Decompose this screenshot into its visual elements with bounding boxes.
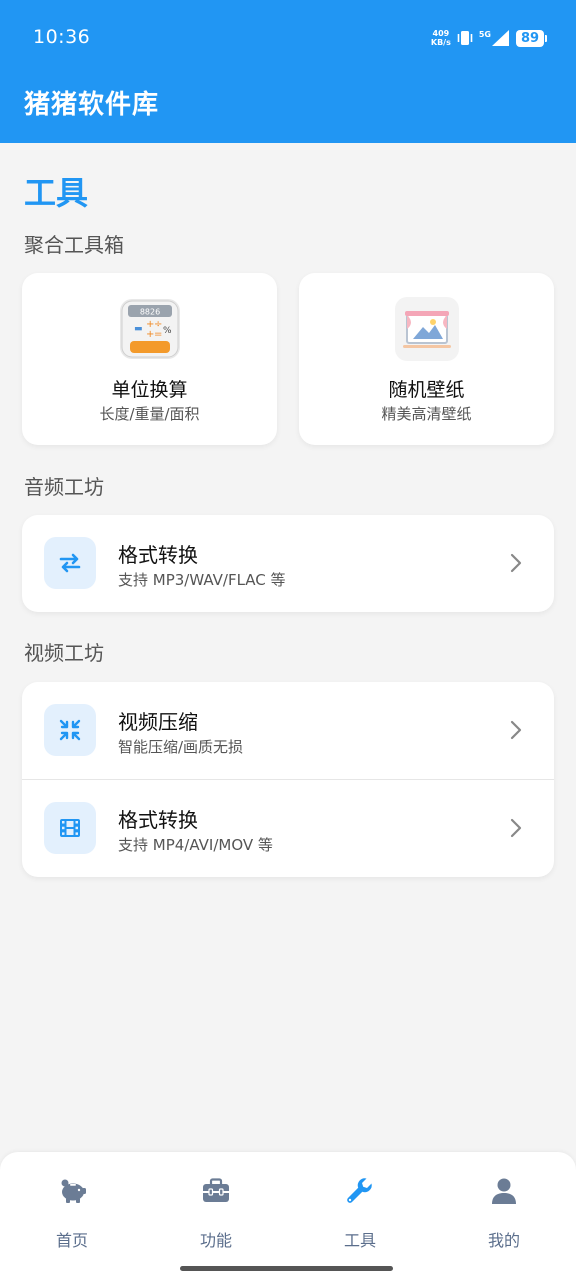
nav-label-features: 功能 [199,1231,232,1250]
svg-text:=: = [154,329,162,340]
nav-item-tools[interactable]: 工具 [288,1172,432,1252]
status-icons: 409 KB/s 5G 89 [431,27,547,49]
home-indicator[interactable] [180,1266,393,1271]
random-wallpaper-subtitle: 精美高清壁纸 [381,405,472,423]
chevron-right-icon [510,818,522,838]
bottom-navigation: 首页 功能 工具 我的 [0,1152,576,1280]
random-wallpaper-title: 随机壁纸 [388,379,465,401]
video-format-convert-subtitle: 支持 MP4/AVI/MOV 等 [118,836,273,854]
unit-converter-subtitle: 长度/重量/面积 [99,405,200,423]
audio-format-convert-item[interactable]: 格式转换 支持 MP3/WAV/FLAC 等 [22,515,554,612]
video-compress-subtitle: 智能压缩/画质无损 [118,738,244,756]
chevron-right-icon [510,720,522,740]
unit-converter-card[interactable]: 8826 ▬ + ÷ + = % 单位换算 长度/重量/面积 [22,273,277,445]
compress-icon [44,704,96,756]
network-type: 5G [478,30,491,39]
vibrate-icon [457,31,473,45]
swap-arrows-icon [44,537,96,589]
film-icon [44,802,96,854]
section-label-aggregate: 聚合工具箱 [24,233,124,257]
section-label-audio: 音频工坊 [24,475,104,499]
network-speed-unit: KB/s [430,38,451,47]
video-format-convert-title: 格式转换 [118,808,198,832]
status-time: 10:36 [33,26,91,48]
user-icon [492,1178,516,1204]
nav-label-profile: 我的 [487,1231,520,1250]
unit-converter-title: 单位换算 [111,379,188,401]
video-format-convert-item[interactable]: 格式转换 支持 MP4/AVI/MOV 等 [22,780,554,877]
nav-item-home[interactable]: 首页 [0,1172,144,1252]
section-label-video: 视频工坊 [24,641,104,665]
app-title: 猪猪软件库 [24,90,160,120]
audio-format-convert-title: 格式转换 [118,543,198,567]
wrench-icon [347,1178,372,1203]
piggy-bank-icon [61,1179,86,1203]
battery-indicator: 89 [516,29,547,47]
calculator-icon: 8826 ▬ + ÷ + = % [119,299,180,359]
signal-icon [492,30,509,46]
svg-text:%: % [163,326,172,336]
chevron-right-icon [510,553,522,573]
nav-label-tools: 工具 [343,1231,376,1250]
nav-item-profile[interactable]: 我的 [432,1172,576,1252]
status-bar: 10:36 409 KB/s 5G 89 [0,0,576,76]
wallpaper-icon [394,297,459,361]
nav-item-features[interactable]: 功能 [144,1172,288,1252]
nav-label-home: 首页 [55,1231,88,1250]
network-speed-value: 409 [432,29,450,38]
video-section-card: 视频压缩 智能压缩/画质无损 格式转换 支持 MP4/AVI/MOV 等 [22,682,554,877]
audio-format-convert-subtitle: 支持 MP3/WAV/FLAC 等 [118,571,286,589]
network-speed: 409 KB/s [431,29,451,47]
toolbox-icon [203,1178,229,1202]
video-compress-item[interactable]: 视频压缩 智能压缩/画质无损 [22,682,554,780]
calculator-display: 8826 [139,308,159,317]
audio-section-card: 格式转换 支持 MP3/WAV/FLAC 等 [22,515,554,612]
video-compress-title: 视频压缩 [118,710,198,734]
svg-text:▬: ▬ [134,324,143,334]
cellular-signal: 5G [479,30,510,46]
page-title: 工具 [24,174,89,212]
random-wallpaper-card[interactable]: 随机壁纸 精美高清壁纸 [299,273,554,445]
app-header: 10:36 409 KB/s 5G 89 猪猪软件库 [0,0,576,143]
